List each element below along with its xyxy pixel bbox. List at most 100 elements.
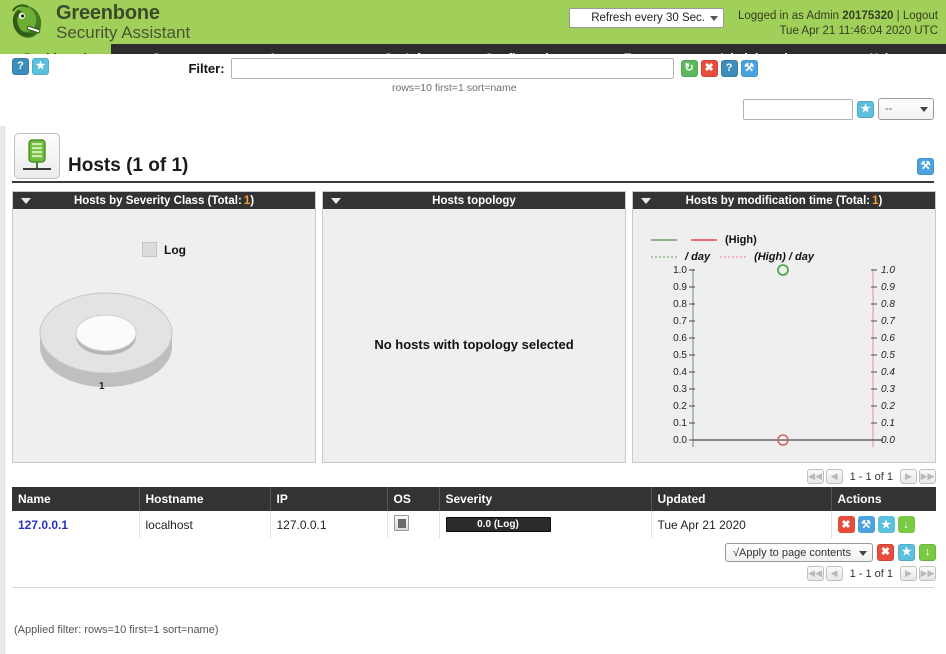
page-edit-wrench-icon[interactable]: ⚒ [917, 158, 934, 175]
svg-text:0.4: 0.4 [881, 367, 895, 378]
bulk-delete-icon[interactable]: ✖ [877, 544, 894, 561]
svg-text:0.5: 0.5 [673, 350, 687, 361]
bulk-export-icon[interactable]: ↓ [919, 544, 936, 561]
panel-header[interactable]: Hosts topology [323, 192, 625, 209]
brand-text: Greenbone Security Assistant [56, 3, 190, 41]
svg-text:0.0: 0.0 [673, 435, 687, 446]
legend-line-solid-green-icon [651, 238, 677, 241]
apply-to-page-contents-select[interactable]: √Apply to page contents [725, 543, 873, 562]
saved-filter-select[interactable]: -- [878, 98, 934, 120]
clone-icon[interactable]: ★ [877, 516, 895, 533]
page-title-bar: Hosts (1 of 1) ⚒ [12, 126, 934, 183]
chevron-down-icon[interactable] [331, 198, 341, 204]
prev-page-button[interactable]: ◀ [825, 469, 843, 484]
legend-swatch-log [142, 242, 157, 257]
pagination-top: ◀◀ ◀ 1 - 1 of 1 ▶ ▶▶ [12, 469, 936, 484]
page-title: Hosts (1 of 1) [68, 155, 189, 176]
table-body: 127.0.0.1 localhost 127.0.0.1 0.0 (Log) … [12, 511, 936, 538]
first-page-button[interactable]: ◀◀ [806, 566, 824, 581]
edit-icon[interactable]: ⚒ [857, 516, 875, 533]
svg-text:0.8: 0.8 [673, 299, 687, 310]
chevron-down-icon [920, 107, 928, 112]
chevron-down-icon [859, 551, 867, 556]
export-icon[interactable]: ↓ [897, 516, 915, 533]
first-page-button[interactable]: ◀◀ [806, 469, 824, 484]
refresh-interval-select[interactable]: Refresh every 30 Sec. [568, 8, 724, 28]
filter-label: Filter: [188, 61, 225, 76]
os-unknown-icon [393, 515, 409, 531]
svg-text:0.6: 0.6 [881, 333, 895, 344]
filter-help-icon[interactable]: ? [720, 60, 738, 77]
last-page-button[interactable]: ▶▶ [919, 566, 936, 581]
apply-select-value: √Apply to page contents [733, 547, 851, 559]
username: 20175320 [842, 10, 894, 22]
svg-text:0.4: 0.4 [673, 367, 687, 378]
footer-divider [12, 587, 934, 588]
host-server-glyph [23, 139, 51, 170]
panel-body: Log 1 [13, 209, 315, 462]
legend-label-2: (High) [725, 233, 757, 246]
delete-icon[interactable]: ✖ [837, 516, 855, 533]
table-row: 127.0.0.1 localhost 127.0.0.1 0.0 (Log) … [12, 511, 936, 538]
panel-header[interactable]: Hosts by modification time (Total: 1) [633, 192, 935, 209]
panel-header[interactable]: Hosts by Severity Class (Total: 1) [13, 192, 315, 209]
column-header-os[interactable]: OS [387, 487, 440, 511]
column-header-hostname[interactable]: Hostname [139, 487, 271, 511]
next-page-button[interactable]: ▶ [900, 469, 917, 484]
panel-hosts-by-severity-class: Hosts by Severity Class (Total: 1) Log 1 [12, 191, 316, 463]
severity-donut-chart [39, 292, 173, 387]
brand-name: Greenbone [56, 2, 160, 24]
applied-filter-text: (Applied filter: rows=10 first=1 sort=na… [14, 624, 219, 636]
filter-action-icons: ↻ ✖ ? ⚒ [680, 60, 758, 77]
bulk-clone-icon[interactable]: ★ [898, 544, 915, 561]
save-filter-star-icon[interactable]: ★ [857, 100, 874, 118]
svg-text:0.8: 0.8 [881, 299, 895, 310]
pagination-range: 1 - 1 of 1 [849, 470, 893, 483]
filter-name-input[interactable] [743, 98, 853, 120]
svg-text:0.9: 0.9 [881, 282, 895, 293]
refresh-interval-value: Refresh every 30 Sec. [591, 12, 705, 24]
severity-bar: 0.0 (Log) [445, 517, 551, 532]
severity-legend[interactable]: Log [142, 242, 186, 257]
cell-hostname: localhost [139, 511, 271, 538]
svg-text:0.2: 0.2 [673, 401, 687, 412]
app-header: Greenbone Security Assistant Refresh eve… [0, 0, 946, 44]
chevron-down-icon[interactable] [641, 198, 651, 204]
cell-updated: Tue Apr 21 2020 [651, 511, 832, 538]
topology-empty-message: No hosts with topology selected [374, 337, 574, 352]
last-page-button[interactable]: ▶▶ [919, 469, 936, 484]
column-header-name[interactable]: Name [12, 487, 140, 511]
panel-title-suffix: ) [250, 194, 255, 207]
next-page-button[interactable]: ▶ [900, 566, 917, 581]
panel-title-suffix: ) [878, 194, 883, 207]
cell-actions: ✖ ⚒ ★ ↓ [831, 511, 936, 538]
modification-time-line-chart: 1.0 0.9 0.8 0.7 0.6 0.5 0.4 0.3 0.2 0.1 … [673, 264, 895, 447]
host-server-icon [14, 133, 60, 179]
svg-text:1.0: 1.0 [881, 265, 895, 276]
donut-value-label: 1 [99, 381, 105, 392]
refresh-icon[interactable]: ↻ [680, 60, 698, 77]
column-header-updated[interactable]: Updated [651, 487, 832, 511]
logged-in-prefix: Logged in as [737, 10, 804, 22]
prev-page-button[interactable]: ◀ [825, 566, 843, 581]
column-header-severity[interactable]: Severity [439, 487, 652, 511]
chevron-down-icon[interactable] [21, 198, 31, 204]
page-root: Greenbone Security Assistant Refresh eve… [0, 0, 946, 654]
svg-text:0.6: 0.6 [673, 333, 687, 344]
svg-text:0.0: 0.0 [881, 435, 895, 446]
logout-link[interactable]: Logout [903, 10, 938, 22]
filter-input[interactable] [230, 58, 674, 79]
edit-filter-wrench-icon[interactable]: ⚒ [740, 60, 758, 77]
cell-ip: 127.0.0.1 [270, 511, 388, 538]
panel-title: Hosts by Severity Class (Total: [73, 194, 242, 207]
svg-text:0.7: 0.7 [881, 316, 895, 327]
column-header-ip[interactable]: IP [270, 487, 388, 511]
svg-text:0.2: 0.2 [881, 401, 895, 412]
svg-text:0.3: 0.3 [881, 384, 895, 395]
table-head: Name Hostname IP OS Severity Updated Act… [12, 487, 936, 511]
host-name-link[interactable]: 127.0.0.1 [18, 518, 68, 532]
login-line: Logged in as Admin 20175320 | Logout [738, 9, 938, 24]
brand-subtitle: Security Assistant [56, 23, 191, 42]
reset-filter-icon[interactable]: ✖ [700, 60, 718, 77]
filter-area: ? ★ Filter: ↻ ✖ ? ⚒ rows=10 first=1 sort… [0, 54, 946, 126]
